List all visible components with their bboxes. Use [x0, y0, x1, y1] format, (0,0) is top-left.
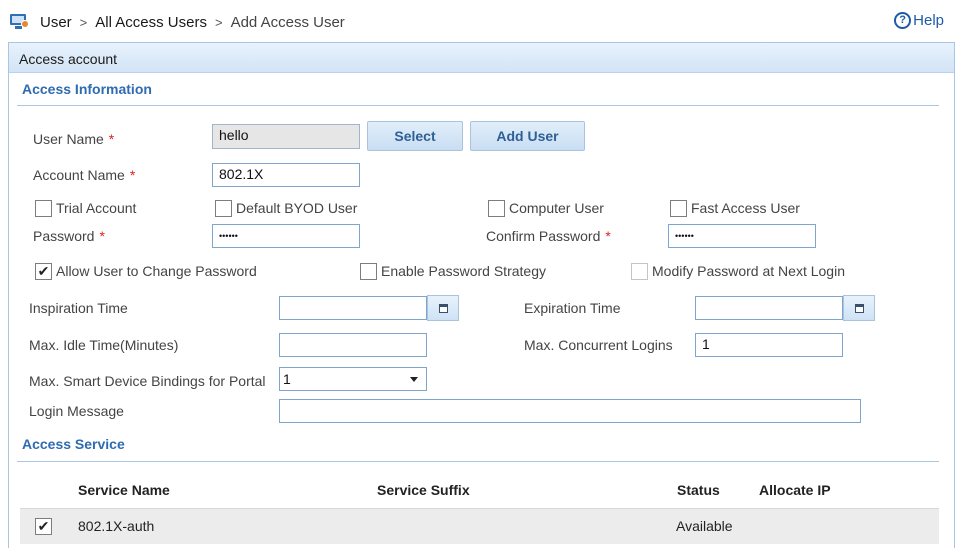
max-idle-time-label: Max. Idle Time(Minutes): [29, 337, 179, 353]
calendar-icon: [438, 303, 448, 313]
account-name-input[interactable]: 802.1X: [212, 163, 360, 187]
enable-password-strategy-label: Enable Password Strategy: [381, 263, 546, 279]
breadcrumb-current: Add Access User: [230, 13, 345, 31]
allow-change-password-label: Allow User to Change Password: [56, 263, 257, 279]
calendar-button[interactable]: [843, 295, 875, 321]
breadcrumb-all-access-users-link[interactable]: All Access Users: [95, 14, 207, 31]
access-service-title: Access Service: [22, 436, 125, 452]
access-information-title: Access Information: [22, 81, 152, 97]
breadcrumb: User > All Access Users > Add Access Use…: [10, 12, 345, 32]
user-name-label: User Name *: [33, 131, 115, 147]
panel-title: Access account: [9, 43, 954, 73]
fast-access-user-checkbox[interactable]: [670, 200, 687, 217]
table-row[interactable]: [20, 508, 939, 544]
computer-user-checkbox[interactable]: [488, 200, 505, 217]
calendar-button[interactable]: [427, 295, 459, 321]
selected-value: 1: [283, 371, 291, 387]
computer-user-label: Computer User: [509, 200, 604, 216]
fast-access-user-label: Fast Access User: [691, 200, 800, 216]
trial-account-checkbox[interactable]: [35, 200, 52, 217]
max-idle-time-input[interactable]: [279, 333, 427, 357]
expiration-time-input[interactable]: [695, 296, 843, 320]
login-message-input[interactable]: [279, 399, 861, 423]
expiration-time-label: Expiration Time: [524, 300, 621, 316]
service-row-checkbox[interactable]: ✔: [35, 518, 52, 535]
max-smart-device-bindings-select[interactable]: 1: [279, 367, 427, 391]
service-name-cell: 802.1X-auth: [78, 518, 155, 534]
default-byod-user-label: Default BYOD User: [236, 200, 358, 216]
inspiration-time-input[interactable]: [279, 296, 427, 320]
calendar-icon: [854, 303, 864, 313]
default-byod-user-checkbox[interactable]: [215, 200, 232, 217]
status-cell: Available: [676, 518, 733, 534]
chevron-down-icon: [410, 376, 418, 382]
max-smart-device-bindings-label: Max. Smart Device Bindings for Portal: [29, 373, 266, 389]
max-concurrent-logins-input[interactable]: 1: [695, 333, 843, 357]
account-name-label: Account Name *: [33, 167, 136, 183]
help-label: Help: [913, 12, 944, 29]
allow-change-password-checkbox[interactable]: ✔: [35, 263, 52, 280]
enable-password-strategy-checkbox[interactable]: [360, 263, 377, 280]
column-header-service-suffix: Service Suffix: [377, 482, 470, 498]
help-link[interactable]: ? Help: [894, 12, 944, 29]
add-user-button[interactable]: Add User: [470, 121, 585, 151]
section-divider: [17, 105, 939, 106]
user-management-icon: [10, 14, 29, 30]
confirm-password-input[interactable]: ••••••: [668, 224, 816, 248]
login-message-label: Login Message: [29, 403, 124, 419]
column-header-status: Status: [677, 482, 720, 498]
select-button[interactable]: Select: [367, 121, 463, 151]
breadcrumb-separator: >: [79, 14, 88, 30]
user-name-field: hello: [212, 124, 360, 149]
max-concurrent-logins-label: Max. Concurrent Logins: [524, 337, 673, 353]
password-label: Password *: [33, 228, 105, 244]
inspiration-time-label: Inspiration Time: [29, 300, 128, 316]
trial-account-label: Trial Account: [56, 200, 137, 216]
breadcrumb-user-link[interactable]: User: [40, 14, 72, 31]
password-input[interactable]: ••••••: [212, 224, 360, 248]
confirm-password-label: Confirm Password *: [486, 228, 611, 244]
section-divider: [17, 461, 939, 462]
modify-password-next-login-checkbox[interactable]: [631, 263, 648, 280]
access-account-panel: [8, 42, 955, 548]
question-circle-icon: ?: [894, 12, 912, 29]
column-header-allocate-ip: Allocate IP: [759, 482, 831, 498]
breadcrumb-separator: >: [214, 14, 223, 30]
column-header-service-name: Service Name: [78, 482, 170, 498]
modify-password-next-login-label: Modify Password at Next Login: [652, 263, 845, 279]
